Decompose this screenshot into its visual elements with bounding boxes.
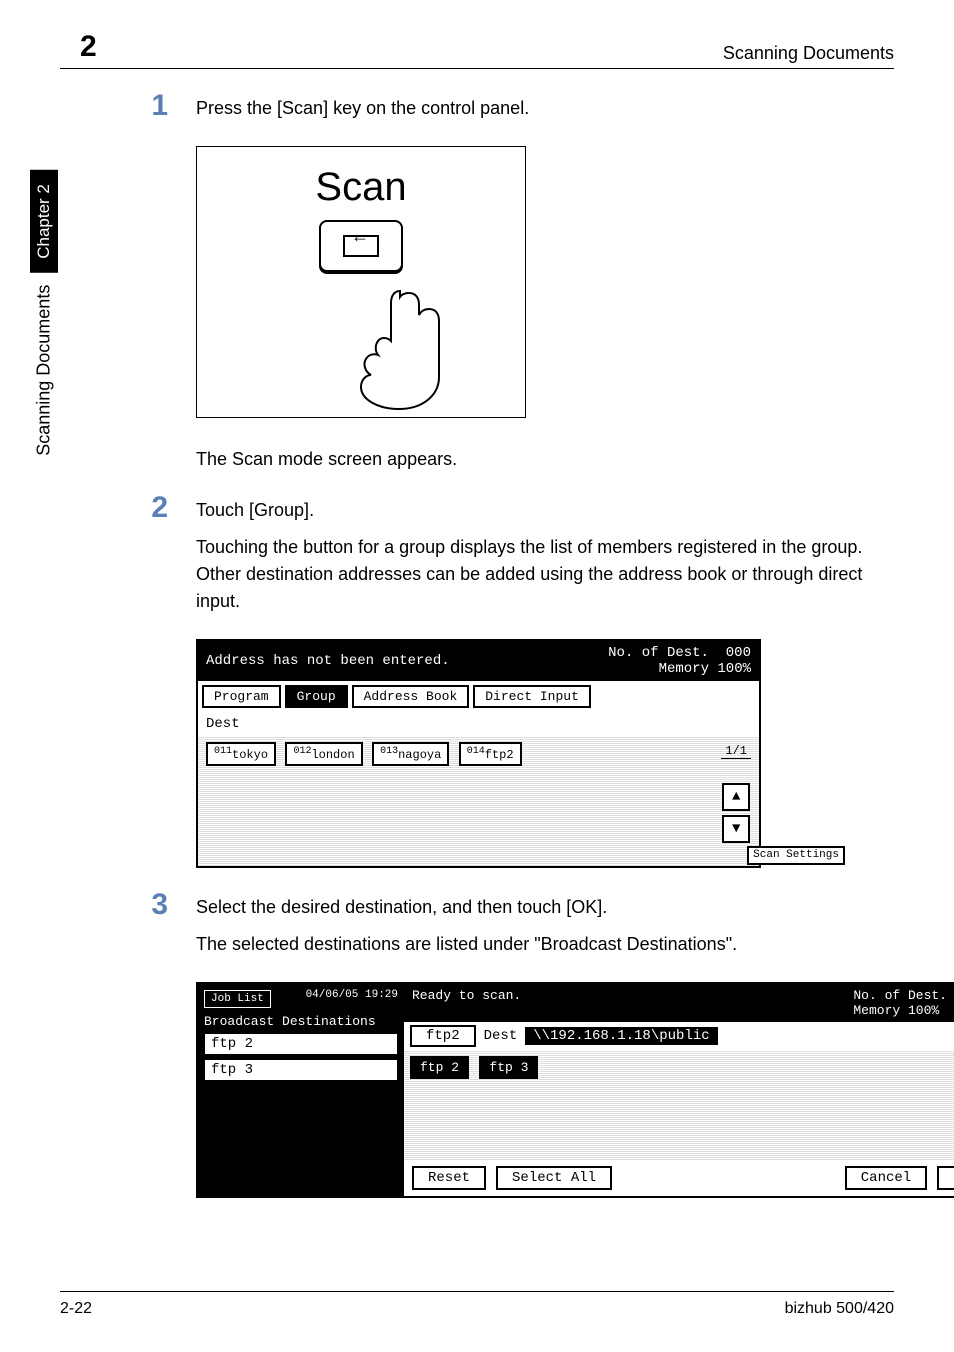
- ok-button[interactable]: OK: [937, 1166, 954, 1190]
- step-1-text: Press the [Scan] key on the control pane…: [196, 95, 894, 122]
- tab-direct-input[interactable]: Direct Input: [473, 685, 591, 708]
- scan-label: Scan: [315, 165, 406, 210]
- scroll-up-button[interactable]: ▲: [722, 783, 750, 811]
- panel-status: Address has not been entered.: [206, 653, 450, 669]
- footer-page: 2-22: [60, 1300, 92, 1318]
- step-1-after: The Scan mode screen appears.: [196, 446, 894, 473]
- chapter-number: 2: [60, 30, 97, 64]
- scan-key-button[interactable]: [319, 220, 403, 272]
- dest-name: ftp2: [410, 1025, 476, 1047]
- scan-screen-group: Address has not been entered. No. of Des…: [196, 639, 761, 868]
- selected-chip-ftp3[interactable]: ftp 3: [479, 1056, 538, 1079]
- step-2-text: Touch [Group].: [196, 497, 894, 524]
- side-label: Scanning Documents: [34, 285, 55, 456]
- memory-value-b: 100%: [908, 1003, 939, 1018]
- memory-label-b: Memory: [853, 1003, 900, 1018]
- reset-button[interactable]: Reset: [412, 1166, 486, 1190]
- no-of-dest-label: No. of Dest.: [608, 645, 709, 661]
- no-of-dest-label-b: No. of Dest.: [853, 988, 947, 1003]
- dest-path: \\192.168.1.18\public: [525, 1027, 717, 1045]
- group-item-nagoya[interactable]: 013nagoya: [372, 742, 449, 766]
- step-2-desc: Touching the button for a group displays…: [196, 534, 894, 615]
- step-3-number: 3: [140, 888, 168, 922]
- step-2-number: 2: [140, 491, 168, 525]
- cancel-button[interactable]: Cancel: [845, 1166, 927, 1190]
- memory-label: Memory: [659, 661, 709, 677]
- side-tab: Scanning Documents Chapter 2: [30, 170, 58, 456]
- group-item-tokyo[interactable]: 011tokyo: [206, 742, 276, 766]
- group-item-ftp2[interactable]: 014ftp2: [459, 742, 522, 766]
- footer-model: bizhub 500/420: [785, 1300, 894, 1318]
- bcast-item-ftp3[interactable]: ftp 3: [204, 1059, 398, 1081]
- tab-program[interactable]: Program: [202, 685, 281, 708]
- bcast-item-ftp2[interactable]: ftp 2: [204, 1033, 398, 1055]
- scan-key-figure: Scan: [196, 146, 526, 418]
- select-all-button[interactable]: Select All: [496, 1166, 612, 1190]
- hand-icon: [345, 281, 455, 411]
- step-1-number: 1: [140, 89, 168, 123]
- ready-status: Ready to scan.: [412, 988, 521, 1018]
- selected-chip-ftp2[interactable]: ftp 2: [410, 1056, 469, 1079]
- dest-label-b: Dest: [484, 1028, 518, 1044]
- page-indicator: 1/1: [721, 744, 751, 759]
- broadcast-destinations-label: Broadcast Destinations: [204, 1014, 398, 1029]
- dest-label: Dest: [198, 712, 759, 736]
- scan-screen-ready: Job List 04/06/05 19:29 Broadcast Destin…: [196, 982, 954, 1198]
- step-3-text: Select the desired destination, and then…: [196, 894, 894, 921]
- tab-group[interactable]: Group: [285, 685, 348, 708]
- timestamp: 04/06/05 19:29: [306, 990, 398, 1001]
- scroll-down-button[interactable]: ▼: [722, 815, 750, 843]
- side-chapter: Chapter 2: [30, 170, 58, 273]
- page-header-title: Scanning Documents: [723, 43, 894, 64]
- step-3-desc: The selected destinations are listed und…: [196, 931, 894, 958]
- job-list-button[interactable]: Job List: [204, 990, 271, 1008]
- no-of-dest-value: 000: [726, 645, 751, 661]
- memory-value: 100%: [717, 661, 751, 677]
- tab-address-book[interactable]: Address Book: [352, 685, 470, 708]
- scan-settings-button[interactable]: Scan Settings: [747, 846, 845, 865]
- group-item-london[interactable]: 012london: [285, 742, 362, 766]
